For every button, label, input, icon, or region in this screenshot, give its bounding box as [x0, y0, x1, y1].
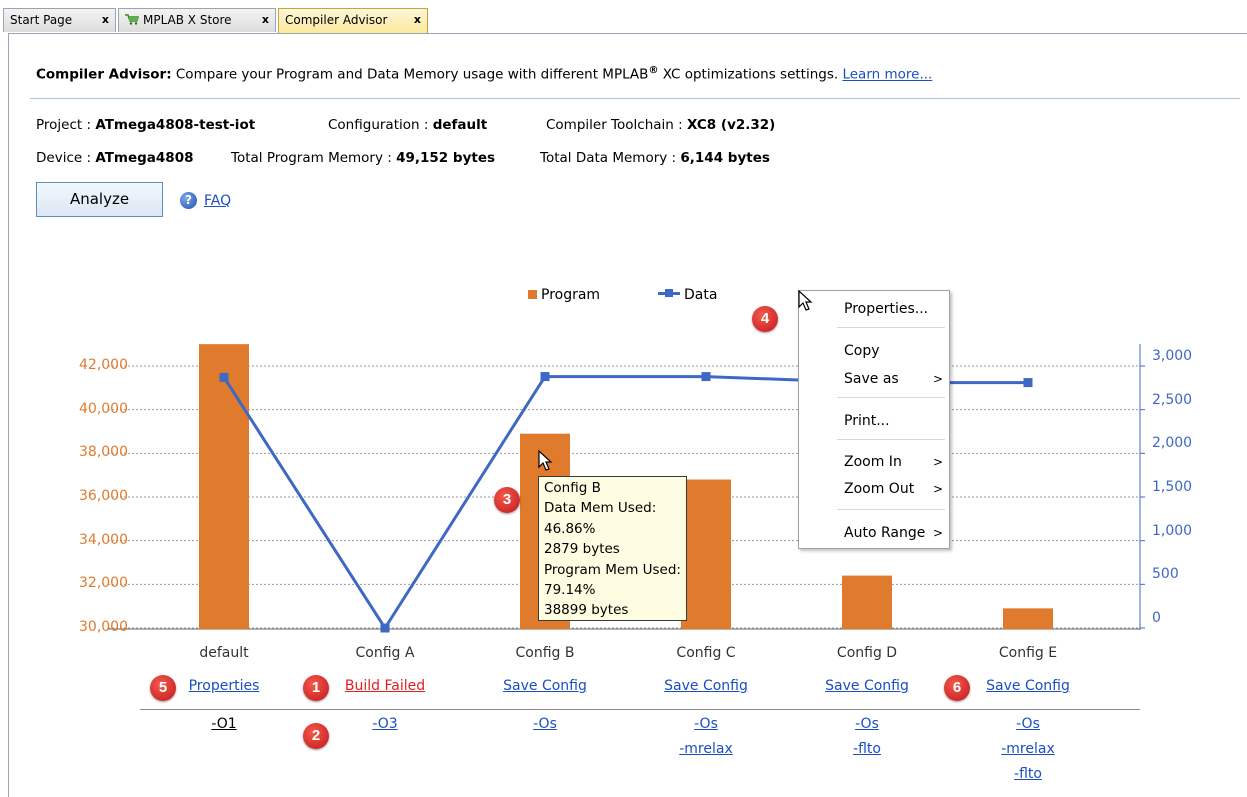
optimization-flag-link[interactable]: -mrelax	[641, 741, 771, 757]
menu-item-save-as[interactable]: Save as	[844, 371, 899, 387]
x-tick-label: Config B	[515, 645, 575, 661]
chevron-right-icon: >	[932, 482, 943, 496]
data-point-config-b	[540, 372, 550, 382]
callout-badge: 6	[944, 675, 970, 701]
menu-item-auto-range[interactable]: Auto Range	[844, 525, 925, 541]
menu-separator	[837, 397, 945, 398]
tooltip-line: 46.86%	[544, 520, 596, 537]
right-y-tick-label: 3,000	[1152, 348, 1193, 364]
bar-program-default	[199, 344, 249, 629]
save-config-link[interactable]: Save Config	[641, 678, 771, 694]
optimization-flag-link[interactable]: -mrelax	[963, 741, 1093, 757]
optimization-flag-link[interactable]: -flto	[963, 766, 1093, 782]
right-y-tick-label: 500	[1152, 566, 1179, 583]
x-tick-label: default	[199, 645, 249, 661]
left-y-tick-label: 38,000	[79, 444, 128, 461]
tooltip-line: 2879 bytes	[544, 541, 620, 558]
options-divider	[140, 709, 1140, 710]
left-y-tick-label: 34,000	[79, 531, 128, 548]
optimization-flag-link[interactable]: -O3	[320, 716, 450, 732]
chevron-right-icon: >	[932, 372, 943, 386]
menu-item-copy[interactable]: Copy	[844, 343, 880, 359]
tooltip-line: Data Mem Used:	[544, 500, 657, 517]
menu-item-properties[interactable]: Properties...	[844, 301, 928, 317]
x-tick-label: Config E	[998, 645, 1058, 661]
tooltip-line: 79.14%	[544, 582, 596, 599]
tooltip-line: Program Mem Used:	[544, 561, 681, 578]
right-y-tick-label: 0	[1152, 610, 1161, 626]
data-point-config-a	[380, 623, 390, 633]
save-config-link[interactable]: Save Config	[963, 678, 1093, 694]
optimization-flag-link[interactable]: -Os	[963, 716, 1093, 732]
data-point-config-c	[701, 372, 711, 382]
menu-item-zoom-in[interactable]: Zoom In	[844, 454, 902, 470]
left-y-tick-label: 40,000	[79, 400, 128, 417]
properties-link[interactable]: Properties	[159, 678, 289, 694]
menu-item-zoom-out[interactable]: Zoom Out	[844, 481, 914, 497]
bar-program-config-d	[842, 575, 892, 629]
x-tick-label: Config D	[836, 645, 898, 661]
menu-separator	[837, 327, 945, 328]
left-y-tick-label: 30,000	[79, 619, 128, 635]
data-tooltip: Config B Data Mem Used: 46.86% 2879 byte…	[538, 476, 687, 621]
x-tick-label: Config A	[355, 645, 415, 661]
optimization-flag-link[interactable]: -flto	[802, 741, 932, 757]
callout-badge: 3	[494, 487, 520, 513]
right-y-tick-label: 1,500	[1152, 479, 1193, 495]
optimization-flag-link[interactable]: -O1	[159, 716, 289, 732]
tooltip-line: 38899 bytes	[544, 602, 629, 619]
chart-context-menu: Properties... Copy Save as > Print... Zo…	[798, 290, 950, 549]
menu-item-print[interactable]: Print...	[844, 413, 890, 429]
optimization-flag-link[interactable]: -Os	[480, 716, 610, 732]
save-config-link[interactable]: Save Config	[480, 678, 610, 694]
data-point-default	[219, 372, 229, 382]
data-point-config-e	[1023, 378, 1033, 388]
callout-badge: 5	[150, 675, 176, 701]
right-y-tick-label: 1,000	[1152, 522, 1193, 539]
chevron-right-icon: >	[932, 526, 943, 540]
chevron-right-icon: >	[932, 455, 943, 469]
callout-badge: 1	[303, 675, 329, 701]
menu-separator	[837, 439, 945, 440]
tooltip-line: Config B	[544, 480, 601, 496]
x-tick-label: Config C	[676, 645, 736, 661]
bar-program-config-e	[1003, 608, 1053, 629]
left-y-tick-label: 32,000	[79, 575, 128, 592]
left-y-tick-label: 42,000	[79, 357, 128, 373]
right-y-tick-label: 2,000	[1152, 435, 1193, 452]
mouse-pointer-icon	[538, 450, 553, 471]
menu-separator	[837, 509, 945, 510]
build-failed-link[interactable]: Build Failed	[320, 678, 450, 694]
left-y-tick-label: 36,000	[79, 488, 128, 504]
optimization-flag-link[interactable]: -Os	[802, 716, 932, 732]
optimization-flag-link[interactable]: -Os	[641, 716, 771, 732]
mouse-pointer-icon	[798, 290, 813, 311]
callout-badge: 4	[752, 306, 778, 332]
right-y-tick-label: 2,500	[1152, 391, 1193, 408]
bar-program-config-c	[681, 479, 731, 629]
callout-badge: 2	[303, 723, 329, 749]
save-config-link[interactable]: Save Config	[802, 678, 932, 694]
